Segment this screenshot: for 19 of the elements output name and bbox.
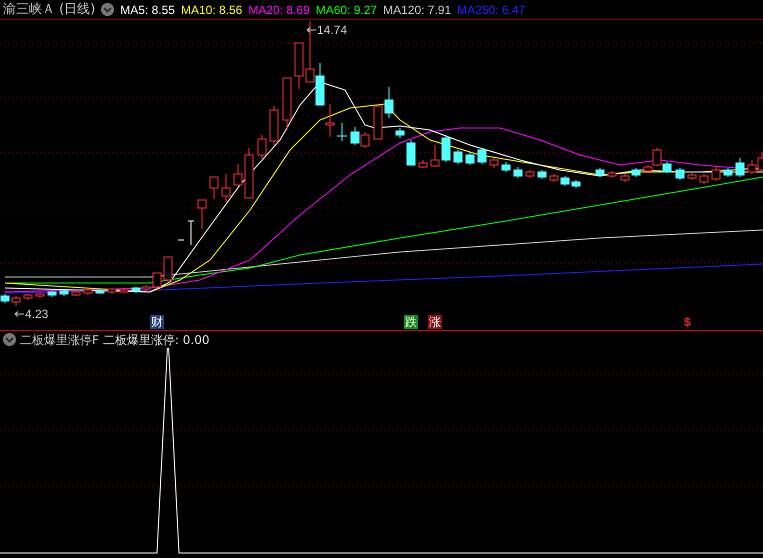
event-marker[interactable]: 财 — [150, 315, 164, 329]
moving-average-reading: MA250: 6.47 — [457, 2, 526, 18]
stock-title: 渝三峡Ａ (日线) — [3, 0, 96, 19]
moving-average-reading: MA60: 9.27 — [316, 2, 378, 18]
dropdown-icon[interactable] — [101, 3, 114, 16]
moving-average-reading: MA120: 7.91 — [383, 2, 452, 18]
dropdown-icon[interactable] — [3, 333, 16, 346]
low-price-label: 4.23 — [25, 306, 48, 323]
event-marker[interactable]: $ — [684, 315, 691, 329]
moving-average-reading: MA20: 8.69 — [248, 2, 310, 18]
event-marker[interactable]: 跌 — [404, 315, 418, 329]
arrow-icon — [306, 27, 316, 33]
arrow-icon — [14, 311, 24, 317]
high-price-label: 14.74 — [317, 22, 348, 39]
event-marker[interactable]: 涨 — [428, 315, 442, 329]
indicator-reading: 二板爆里涨停: 0.00 — [102, 332, 210, 348]
indicator-title: 二板爆里涨停F — [20, 332, 99, 348]
moving-average-reading: MA5: 8.55 — [120, 2, 175, 18]
moving-average-reading: MA10: 8.56 — [180, 2, 242, 18]
